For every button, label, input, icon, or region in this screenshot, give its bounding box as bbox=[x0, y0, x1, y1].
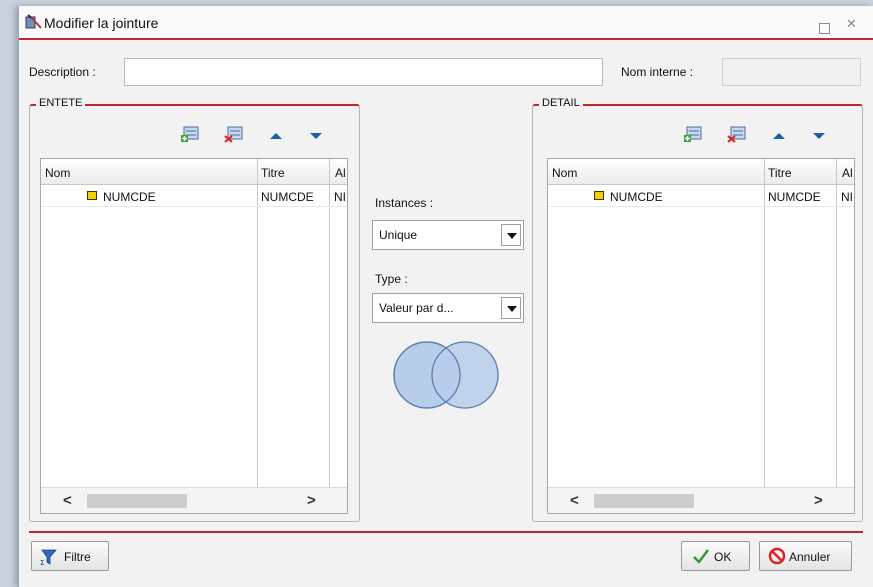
column-header-nom[interactable]: Nom bbox=[45, 166, 70, 180]
cancel-icon bbox=[768, 547, 786, 565]
entete-group: ENTETE Nom Titre Al NUMCDE NUMCDE NI < > bbox=[29, 97, 360, 522]
detail-title: DETAIL bbox=[539, 97, 583, 109]
filter-button[interactable]: Σ Filtre bbox=[31, 541, 109, 571]
title-bar: Modifier la jointure ✕ bbox=[19, 6, 873, 40]
column-divider bbox=[329, 159, 330, 513]
internal-name-label: Nom interne : bbox=[621, 65, 694, 79]
horizontal-scrollbar[interactable]: < > bbox=[41, 487, 347, 513]
type-label: Type : bbox=[375, 272, 408, 286]
cancel-label: Annuler bbox=[789, 550, 831, 564]
filter-icon: Σ bbox=[40, 549, 57, 566]
remove-field-icon[interactable] bbox=[727, 125, 747, 143]
cell-alias: NI bbox=[841, 190, 853, 204]
column-header-alias[interactable]: Al bbox=[842, 166, 853, 180]
add-field-icon[interactable] bbox=[180, 125, 200, 143]
cell-nom: NUMCDE bbox=[103, 190, 156, 204]
column-header-titre[interactable]: Titre bbox=[261, 166, 285, 180]
grid-header: Nom Titre Al bbox=[41, 159, 347, 185]
column-divider bbox=[764, 159, 765, 513]
chevron-down-icon[interactable] bbox=[501, 297, 521, 319]
key-field-icon bbox=[87, 191, 97, 200]
description-label: Description : bbox=[29, 65, 96, 79]
instances-label: Instances : bbox=[375, 196, 434, 210]
ok-label: OK bbox=[714, 550, 732, 564]
table-row[interactable]: NUMCDE NUMCDE NI bbox=[548, 185, 854, 207]
entete-title: ENTETE bbox=[36, 97, 86, 109]
key-field-icon bbox=[594, 191, 604, 200]
cell-alias: NI bbox=[334, 190, 346, 204]
table-row[interactable]: NUMCDE NUMCDE NI bbox=[41, 185, 347, 207]
close-button[interactable]: ✕ bbox=[846, 16, 857, 32]
checkmark-icon bbox=[693, 549, 709, 564]
scroll-thumb[interactable] bbox=[87, 494, 187, 508]
column-header-titre[interactable]: Titre bbox=[768, 166, 792, 180]
svg-text:Σ: Σ bbox=[40, 559, 44, 566]
join-edit-icon bbox=[25, 14, 42, 29]
venn-diagram-icon bbox=[393, 341, 499, 409]
ok-button[interactable]: OK bbox=[681, 541, 750, 571]
detail-field-grid[interactable]: Nom Titre Al NUMCDE NUMCDE NI < > bbox=[547, 158, 855, 514]
cell-titre: NUMCDE bbox=[261, 190, 314, 204]
move-up-icon[interactable] bbox=[769, 127, 789, 145]
entete-field-grid[interactable]: Nom Titre Al NUMCDE NUMCDE NI < > bbox=[40, 158, 348, 514]
grid-header: Nom Titre Al bbox=[548, 159, 854, 185]
column-header-nom[interactable]: Nom bbox=[552, 166, 577, 180]
detail-group: DETAIL Nom Titre Al NUMCDE NUMCDE NI < > bbox=[532, 97, 863, 522]
footer-divider bbox=[29, 531, 863, 533]
horizontal-scrollbar[interactable]: < > bbox=[548, 487, 854, 513]
column-divider bbox=[257, 159, 258, 513]
scroll-right-icon[interactable]: > bbox=[814, 492, 823, 509]
add-field-icon[interactable] bbox=[683, 125, 703, 143]
scroll-left-icon[interactable]: < bbox=[63, 492, 72, 509]
cell-titre: NUMCDE bbox=[768, 190, 821, 204]
window-title: Modifier la jointure bbox=[44, 15, 159, 31]
move-down-icon[interactable] bbox=[306, 127, 326, 145]
cell-nom: NUMCDE bbox=[610, 190, 663, 204]
description-input[interactable] bbox=[124, 58, 603, 86]
move-down-icon[interactable] bbox=[809, 127, 829, 145]
type-select[interactable]: Valeur par d... bbox=[372, 293, 524, 323]
column-header-alias[interactable]: Al bbox=[335, 166, 346, 180]
instances-select[interactable]: Unique bbox=[372, 220, 524, 250]
internal-name-input[interactable] bbox=[722, 58, 861, 86]
maximize-button[interactable] bbox=[819, 23, 830, 34]
remove-field-icon[interactable] bbox=[224, 125, 244, 143]
filter-label: Filtre bbox=[64, 550, 91, 564]
type-value: Valeur par d... bbox=[379, 301, 454, 315]
join-dialog: Modifier la jointure ✕ Description : Nom… bbox=[18, 6, 873, 587]
instances-value: Unique bbox=[379, 228, 418, 242]
cancel-button[interactable]: Annuler bbox=[759, 541, 852, 571]
move-up-icon[interactable] bbox=[266, 127, 286, 145]
chevron-down-icon[interactable] bbox=[501, 224, 521, 246]
scroll-thumb[interactable] bbox=[594, 494, 694, 508]
column-divider bbox=[836, 159, 837, 513]
scroll-right-icon[interactable]: > bbox=[307, 492, 316, 509]
scroll-left-icon[interactable]: < bbox=[570, 492, 579, 509]
